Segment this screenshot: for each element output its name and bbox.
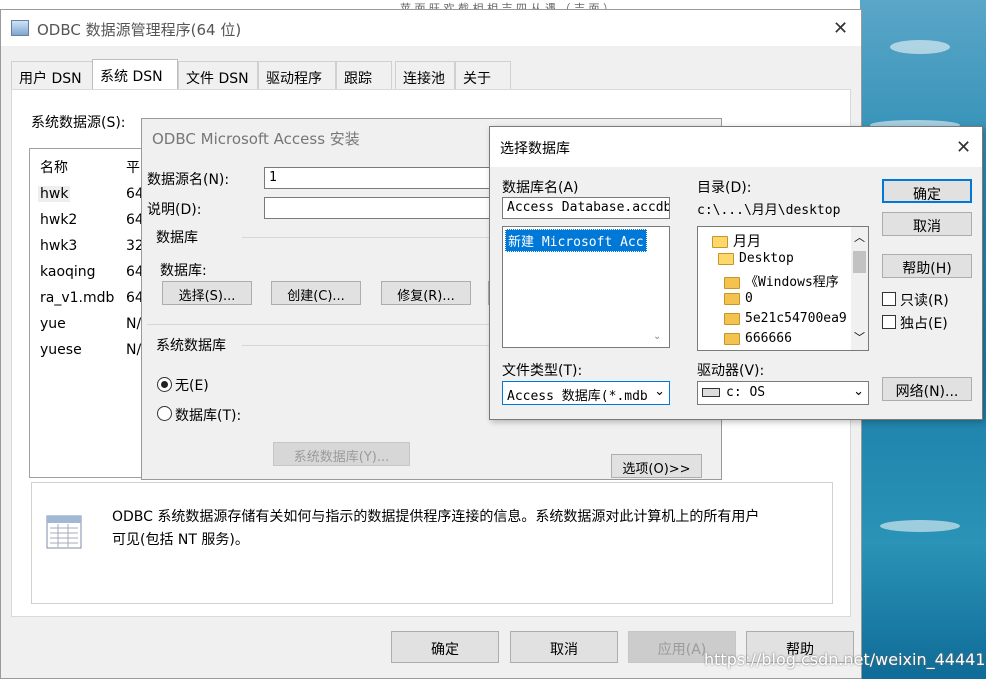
list-item[interactable]: 新建 Microsoft Acc — [505, 229, 647, 252]
directory-path: c:\...\月月\desktop — [697, 203, 841, 218]
description-label: 说明(D): — [147, 202, 202, 218]
dialog-title: ODBC Microsoft Access 安装 — [152, 130, 360, 148]
select-cancel-button[interactable]: 取消 — [882, 212, 972, 236]
watermark: https://blog.csdn.net/weixin_44441338 — [704, 650, 986, 669]
scroll-thumb[interactable] — [853, 251, 866, 273]
exclusive-checkbox[interactable] — [882, 315, 896, 329]
dir-item[interactable]: 《Windows程序 — [724, 271, 839, 290]
dir-item[interactable]: 5e21c54700ea9 — [724, 311, 847, 326]
dsn-name-input[interactable]: 1 — [264, 167, 504, 189]
list-item-platform: N/ — [126, 316, 142, 332]
tab-drivers[interactable]: 驱动程序 — [258, 61, 336, 89]
dir-item[interactable]: 月月 — [712, 231, 761, 251]
odbc-app-icon — [11, 20, 29, 36]
folder-icon — [724, 292, 740, 305]
dsn-name-label: 数据源名(N): — [147, 172, 230, 188]
list-item[interactable]: ra_v1.mdb — [40, 290, 114, 306]
title-bar: ODBC 数据源管理程序(64 位) ✕ — [1, 10, 861, 46]
list-item[interactable]: kaoqing — [40, 264, 96, 280]
description-input[interactable] — [264, 197, 504, 219]
info-box: ODBC 系统数据源存储有关如何与指示的数据提供程序连接的信息。系统数据源对此计… — [31, 482, 833, 604]
dir-item[interactable]: Desktop — [718, 251, 794, 266]
open-folder-icon — [712, 236, 728, 248]
drive-label: 驱动器(V): — [697, 363, 765, 379]
file-type-label: 文件类型(T): — [502, 363, 583, 379]
directory-scrollbar[interactable]: ︿ ﹀ — [851, 227, 868, 350]
list-item[interactable]: hwk3 — [40, 238, 77, 254]
folder-icon — [724, 332, 740, 345]
list-item[interactable]: yuese — [40, 342, 82, 358]
create-database-button[interactable]: 创建(C)... — [271, 281, 361, 305]
list-item-platform: N/ — [126, 342, 142, 358]
folder-icon — [724, 312, 740, 325]
select-title-bar: 选择数据库 ✕ — [490, 127, 982, 167]
readonly-checkbox[interactable] — [882, 292, 896, 306]
database-file-list[interactable]: 新建 Microsoft Acc ⌄ — [502, 226, 670, 348]
network-button[interactable]: 网络(N)... — [882, 377, 972, 401]
column-header-platform[interactable]: 平 — [126, 157, 140, 177]
system-database-group-title: 系统数据库 — [156, 338, 226, 354]
directory-list[interactable]: 月月 Desktop 《Windows程序 0 5e21c54700ea9 66… — [697, 226, 869, 351]
scroll-down-icon[interactable]: ﹀ — [854, 329, 865, 345]
radio-none[interactable] — [157, 377, 172, 392]
tab-about[interactable]: 关于 — [455, 61, 511, 89]
info-text: ODBC 系统数据源存储有关如何与指示的数据提供程序连接的信息。系统数据源对此计… — [112, 509, 760, 525]
radio-database[interactable] — [157, 406, 172, 421]
select-help-button[interactable]: 帮助(H) — [882, 254, 972, 278]
tab-tracing[interactable]: 跟踪 — [336, 61, 392, 89]
database-name-label: 数据库名(A) — [502, 180, 579, 196]
database-group-line — [242, 237, 492, 238]
window-title: ODBC 数据源管理程序(64 位) — [37, 21, 242, 39]
drive-select[interactable]: c: OS ⌄ — [697, 381, 869, 405]
readonly-label: 只读(R) — [900, 293, 949, 309]
radio-database-label: 数据库(T): — [175, 408, 242, 424]
datasource-info-icon — [46, 515, 82, 549]
system-dsn-list-label: 系统数据源(S): — [31, 115, 126, 131]
separator — [147, 324, 492, 325]
database-group-title: 数据库 — [156, 230, 198, 246]
database-label: 数据库: — [160, 263, 207, 279]
select-ok-button[interactable]: 确定 — [882, 179, 972, 203]
scroll-down-icon[interactable]: ⌄ — [653, 331, 661, 342]
info-text-2: 可见(包括 NT 服务)。 — [112, 532, 249, 548]
system-dsn-list[interactable]: 名称 平 hwk 64 hwk2 64 hwk3 32 kaoqing 64 r… — [29, 148, 149, 478]
directory-label: 目录(D): — [697, 180, 752, 196]
list-item[interactable]: hwk2 — [40, 212, 77, 228]
chevron-down-icon: ⌄ — [654, 384, 665, 399]
folder-icon — [724, 276, 740, 289]
tab-file-dsn[interactable]: 文件 DSN — [178, 61, 258, 89]
open-folder-icon — [718, 252, 734, 265]
drive-icon — [702, 388, 720, 397]
repair-database-button[interactable]: 修复(R)... — [381, 281, 471, 305]
column-header-name[interactable]: 名称 — [40, 157, 68, 177]
close-icon[interactable]: ✕ — [833, 18, 848, 39]
tab-system-dsn[interactable]: 系统 DSN — [92, 59, 178, 90]
cancel-button[interactable]: 取消 — [510, 631, 618, 663]
file-type-select[interactable]: Access 数据库(*.mdb ⌄ — [502, 381, 670, 405]
sysdb-group-line — [242, 345, 492, 346]
list-item[interactable]: yue — [40, 316, 66, 332]
exclusive-label: 独占(E) — [900, 316, 948, 332]
ok-button[interactable]: 确定 — [391, 631, 499, 663]
close-icon[interactable]: ✕ — [956, 137, 971, 158]
select-database-dialog: 选择数据库 ✕ 数据库名(A) Access Database.accdb 新建… — [489, 126, 983, 420]
list-item[interactable]: hwk — [38, 186, 71, 202]
options-button[interactable]: 选项(O)>> — [611, 454, 702, 478]
tab-user-dsn[interactable]: 用户 DSN — [11, 61, 93, 89]
database-name-input[interactable]: Access Database.accdb — [502, 197, 670, 219]
chevron-down-icon: ⌄ — [853, 384, 864, 399]
select-database-button[interactable]: 选择(S)... — [162, 281, 252, 305]
dir-item[interactable]: 666666 — [724, 331, 792, 346]
radio-none-label: 无(E) — [175, 378, 209, 394]
scroll-up-icon[interactable]: ︿ — [854, 229, 865, 245]
system-database-button[interactable]: 系统数据库(Y)... — [273, 442, 410, 466]
select-dialog-title: 选择数据库 — [500, 141, 570, 157]
dir-item[interactable]: 0 — [724, 291, 753, 306]
tab-connection-pooling[interactable]: 连接池 — [395, 61, 455, 89]
